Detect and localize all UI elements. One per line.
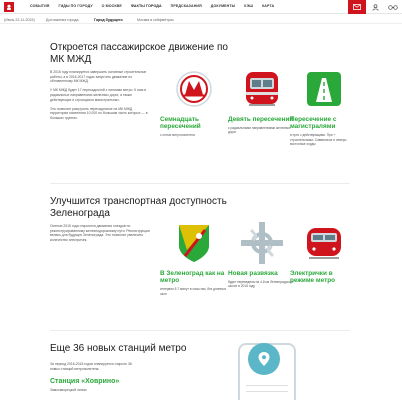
section-divider <box>50 330 350 331</box>
subnav-moscow[interactable]: Москва в сейфмётрах <box>137 18 174 22</box>
feature-desc: в пути с действующими. При + строительны… <box>290 133 348 146</box>
section3-title: Еще 36 новых станций метро <box>50 343 187 354</box>
top-bar: События Гиды по городу О Москве Факты го… <box>0 0 402 14</box>
glasses-icon <box>388 4 398 10</box>
nav-item-facts[interactable]: Факты города <box>131 4 162 8</box>
nav-item-guides[interactable]: Гиды по городу <box>58 4 92 8</box>
feature-title: Пересечение с магистралями <box>290 116 337 131</box>
subnav-achievements[interactable]: Достижения города <box>46 18 79 22</box>
nav-item-about[interactable]: О Москве <box>102 4 122 8</box>
user-icon <box>371 3 379 11</box>
feature-desc: будет переведена на 4-й км Ленинградског… <box>228 280 294 289</box>
nav-item-map[interactable]: Карта <box>262 4 274 8</box>
feature-title: Электрички в режиме метро <box>290 270 336 285</box>
feature-title: Новая развязка <box>228 270 278 277</box>
section2-title: Улучшится транспортная доступность Зелен… <box>50 196 227 219</box>
feature-highway-crossings: Пересечение с магистралями в пути с дейс… <box>290 66 358 146</box>
feature-new-interchange: Новая развязка будет переведена на 4-й к… <box>228 220 296 289</box>
zelenograd-emblem-icon <box>171 220 217 266</box>
feature-title: Семнадцать пересечений <box>160 116 201 131</box>
subnav-future-city[interactable]: Город будущего <box>94 18 123 22</box>
feature-title: В Зеленоград как на метро <box>160 270 225 285</box>
metro-logo-icon <box>171 66 217 112</box>
section2-body: Осенью 2015 года откроются движения поез… <box>50 224 150 242</box>
breadcrumb-bar: (Июль 22-11-2015) Достижения города Горо… <box>0 16 402 24</box>
accessibility-button[interactable] <box>384 0 402 14</box>
train-icon <box>239 66 285 112</box>
feature-railway-crossings: Девять пересечений с радиальными направл… <box>228 66 296 135</box>
section3-body: За период 2016-2018 годов планируется от… <box>50 362 132 371</box>
nav-item-events[interactable]: События <box>30 4 49 8</box>
section1-body: В 2016 году планируется завершить основн… <box>50 70 148 120</box>
feature-desc: с радиальными направлениями железных дор… <box>228 126 291 135</box>
feature-desc: с сетью метрополитена <box>160 133 195 138</box>
nav-item-cache[interactable]: Кэш <box>244 4 253 8</box>
phone-line <box>246 385 288 386</box>
feature-electric-trains: Электрички в режиме метро <box>290 220 358 284</box>
feature-metro-crossings: Семнадцать пересечений с сетью метрополи… <box>160 66 228 138</box>
nav-item-documents[interactable]: Документы <box>211 4 235 8</box>
section1-title: Откроется пассажирское движение по МК МЖ… <box>50 42 228 65</box>
interchange-icon <box>239 220 285 266</box>
profile-button[interactable] <box>366 0 384 14</box>
station-title: Станция «Ховрино» <box>50 378 120 385</box>
feature-title: Девять пересечений <box>228 116 294 123</box>
map-pin-icon <box>248 343 280 375</box>
moscow-logo-icon[interactable] <box>4 2 14 12</box>
date-label: (Июль 22-11-2015) <box>4 18 35 22</box>
feature-zelenograd-metro: В Зеленоград как на метро интервал 5-7 м… <box>160 220 228 296</box>
mail-icon <box>353 4 361 10</box>
feature-desc: интервал 5-7 минут в часы пик, без длинн… <box>160 287 227 296</box>
main-nav: События Гиды по городу О Москве Факты го… <box>30 4 283 8</box>
electric-train-icon <box>301 220 347 266</box>
nav-item-predictions[interactable]: Предсказания <box>171 4 202 8</box>
section-divider <box>50 183 350 184</box>
station-desc: Замоскворецкой линии <box>50 388 87 392</box>
topbar-actions <box>348 0 402 14</box>
mail-button[interactable] <box>348 0 366 14</box>
road-icon <box>301 66 347 112</box>
phone-line <box>246 391 288 392</box>
